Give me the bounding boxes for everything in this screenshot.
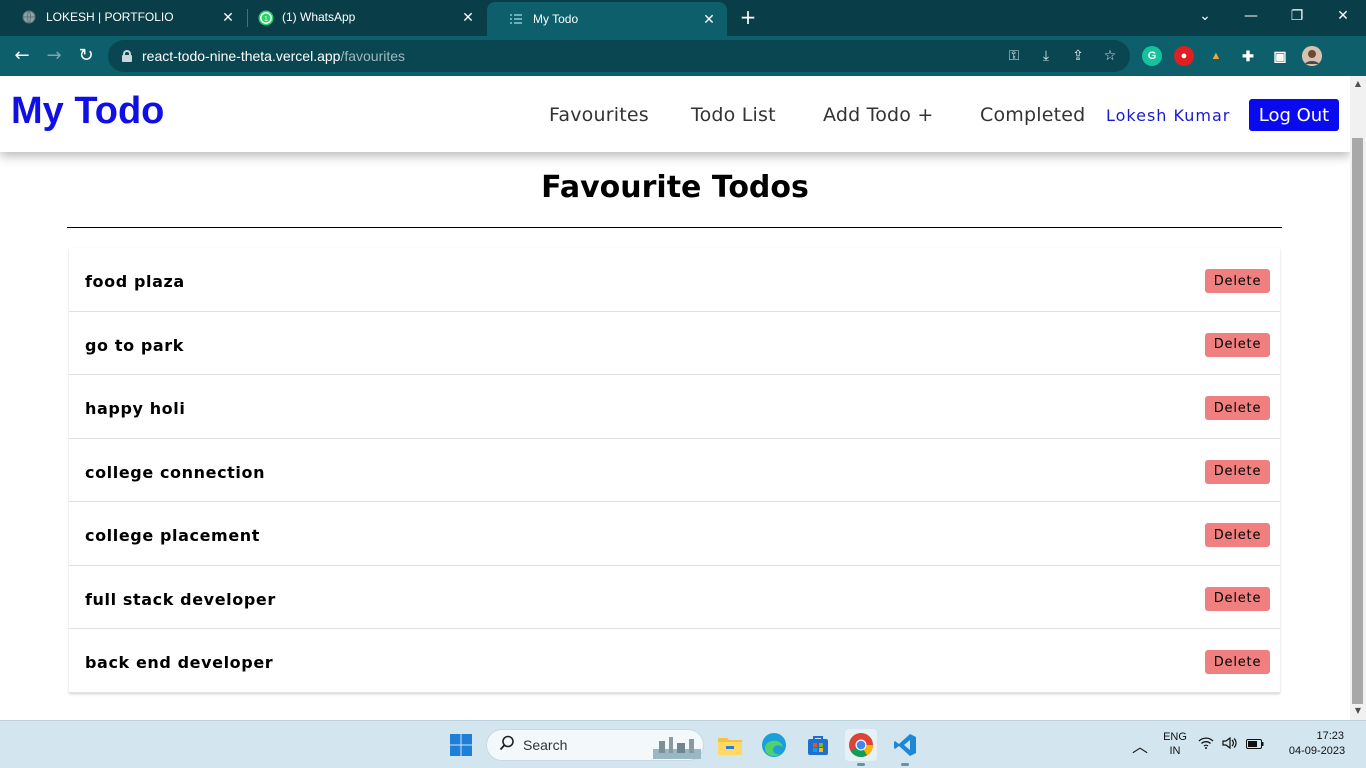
reload-icon[interactable]: ↻ [74, 44, 98, 68]
page-scrollbar[interactable]: ▲ ▼ [1350, 76, 1366, 720]
tab-title: LOKESH | PORTFOLIO [46, 10, 174, 24]
close-tab-icon[interactable]: ✕ [701, 11, 717, 27]
taskbar-search[interactable]: Search [486, 729, 704, 761]
nav-add-todo[interactable]: Add Todo + [823, 104, 933, 126]
file-explorer-icon[interactable] [714, 729, 746, 761]
clock-date: 04-09-2023 [1288, 745, 1346, 757]
brand-logo[interactable]: My Todo [11, 90, 164, 133]
forward-arrow-icon[interactable]: → [42, 44, 66, 68]
todo-text: food plaza [85, 272, 185, 291]
close-tab-icon[interactable]: ✕ [460, 9, 476, 25]
edge-browser-icon[interactable] [758, 729, 790, 761]
key-icon[interactable]: ⚿ [1006, 48, 1022, 64]
search-label: Search [523, 737, 568, 753]
todo-text: college placement [85, 526, 261, 545]
url-path: /favourites [340, 48, 406, 64]
user-name: Lokesh Kumar [1106, 106, 1231, 125]
logout-button[interactable]: Log Out [1249, 99, 1339, 131]
tab-title: (1) WhatsApp [282, 10, 356, 24]
region-code: IN [1169, 745, 1181, 757]
share-icon[interactable]: ⇪ [1070, 48, 1086, 64]
tab-my-todo[interactable]: My Todo ✕ [487, 2, 727, 36]
wifi-icon [1198, 737, 1214, 753]
tab-portfolio[interactable]: LOKESH | PORTFOLIO ✕ [0, 0, 246, 34]
todo-item: go to park Delete [69, 311, 1280, 375]
shield-extension-icon[interactable]: ● [1174, 46, 1194, 66]
nav-todo-list[interactable]: Todo List [691, 104, 776, 126]
todo-text: college connection [85, 462, 266, 482]
new-tab-button[interactable]: + [736, 6, 760, 30]
honey-extension-icon[interactable]: ▲ [1206, 46, 1226, 66]
lock-icon[interactable] [122, 50, 132, 62]
minimize-button[interactable]: — [1236, 4, 1266, 28]
web-page: My Todo Favourites Todo List Add Todo + … [0, 76, 1350, 720]
favourite-todo-list: food plaza Delete go to park Delete happ… [69, 248, 1280, 693]
todo-text: go to park [85, 335, 185, 355]
close-window-button[interactable]: ✕ [1328, 4, 1358, 28]
scroll-down-icon[interactable]: ▼ [1353, 706, 1363, 716]
todo-item: full stack developer Delete [69, 565, 1280, 629]
side-panel-icon[interactable]: ▣ [1270, 46, 1290, 66]
language-code: ENG [1163, 731, 1187, 743]
system-tray[interactable] [1196, 729, 1266, 761]
tab-title: My Todo [533, 12, 579, 26]
restore-button[interactable]: ❐ [1282, 4, 1312, 28]
svg-text:1: 1 [264, 16, 268, 23]
delete-button[interactable]: Delete [1205, 269, 1270, 293]
close-tab-icon[interactable]: ✕ [220, 9, 236, 25]
whatsapp-icon: 1 [258, 10, 274, 26]
todo-text: happy holi [85, 399, 186, 418]
scroll-up-icon[interactable]: ▲ [1353, 79, 1363, 89]
nav-completed[interactable]: Completed [980, 104, 1085, 126]
todo-text: back end developer [85, 653, 274, 672]
delete-button[interactable]: Delete [1205, 586, 1270, 611]
tab-whatsapp[interactable]: 1 (1) WhatsApp ✕ [236, 0, 486, 34]
browser-tab-strip: LOKESH | PORTFOLIO ✕ 1 (1) WhatsApp ✕ My… [0, 0, 1366, 36]
list-icon [509, 12, 523, 26]
browser-toolbar: ← → ↻ react-todo-nine-theta.vercel.app/f… [0, 36, 1366, 76]
chrome-icon[interactable] [845, 729, 877, 761]
install-app-icon[interactable]: ⤓ [1038, 48, 1054, 64]
microsoft-store-icon[interactable] [802, 729, 834, 761]
clock-time: 17:23 [1316, 730, 1344, 742]
language-indicator[interactable]: ENG IN [1160, 731, 1190, 757]
clock[interactable]: 17:23 04-09-2023 [1278, 730, 1356, 757]
tab-search-icon[interactable]: ⌄ [1190, 4, 1220, 28]
delete-button[interactable]: Delete [1205, 332, 1270, 357]
vscode-icon[interactable] [889, 729, 921, 761]
windows-start-icon[interactable] [445, 729, 477, 761]
todo-item: happy holi Delete [69, 375, 1280, 439]
profile-avatar[interactable] [1302, 46, 1322, 66]
volume-icon [1222, 736, 1238, 753]
globe-icon [22, 10, 36, 24]
active-app-indicator [857, 763, 865, 766]
scrollbar-thumb[interactable] [1352, 138, 1363, 704]
extensions-puzzle-icon[interactable]: ✚ [1238, 46, 1258, 66]
delete-button[interactable]: Delete [1205, 396, 1270, 420]
todo-item: college connection Delete [69, 438, 1280, 502]
chevron-up-icon[interactable]: ︿ [1124, 729, 1156, 761]
todo-text: full stack developer [85, 589, 276, 609]
address-bar[interactable]: react-todo-nine-theta.vercel.app/favouri… [108, 40, 1130, 72]
page-title: Favourite Todos [541, 170, 809, 205]
todo-item: college placement Delete [69, 502, 1280, 566]
back-arrow-icon[interactable]: ← [10, 44, 34, 68]
search-icon [499, 735, 515, 755]
delete-button[interactable]: Delete [1205, 523, 1270, 547]
battery-icon [1246, 738, 1264, 753]
search-highlight-image [653, 733, 701, 763]
running-app-indicator [901, 763, 909, 766]
title-divider [67, 227, 1282, 228]
todo-item: food plaza Delete [69, 248, 1280, 312]
nav-favourites[interactable]: Favourites [549, 104, 649, 126]
url-host: react-todo-nine-theta.vercel.app [142, 48, 341, 64]
todo-item: back end developer Delete [69, 629, 1280, 693]
delete-button[interactable]: Delete [1205, 650, 1270, 674]
bookmark-star-icon[interactable]: ☆ [1102, 48, 1118, 64]
grammarly-extension-icon[interactable]: G [1142, 46, 1162, 66]
app-navbar: My Todo Favourites Todo List Add Todo + … [0, 76, 1350, 152]
delete-button[interactable]: Delete [1205, 459, 1270, 484]
windows-taskbar: Search ︿ ENG IN 17:23 04-09-2023 [0, 720, 1366, 768]
